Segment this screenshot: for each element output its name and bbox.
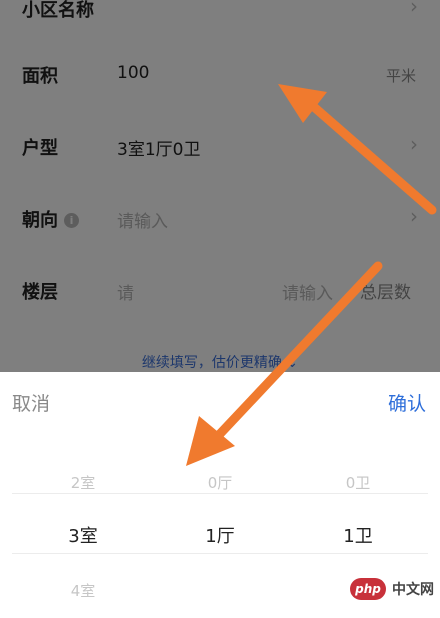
cancel-button[interactable]: 取消 bbox=[12, 389, 50, 416]
wheel-option[interactable]: 4室 bbox=[10, 564, 156, 618]
php-logo-icon: php bbox=[350, 578, 386, 600]
wheel-option-selected[interactable]: 1厅 bbox=[147, 510, 293, 564]
wheel-option-selected[interactable]: 3室 bbox=[10, 510, 156, 564]
wheel-option-selected[interactable]: 1卫 bbox=[285, 510, 431, 564]
modal-overlay[interactable] bbox=[0, 0, 440, 372]
wheel-option[interactable]: 2室 bbox=[10, 456, 156, 510]
watermark: php 中文网 bbox=[350, 578, 434, 600]
layout-picker-sheet: 取消 确认 2室 3室 4室 0厅 1厅 0卫 1卫 bbox=[0, 372, 440, 606]
baths-wheel[interactable]: 0卫 1卫 bbox=[285, 456, 431, 564]
wheel-option[interactable]: 0厅 bbox=[147, 456, 293, 510]
watermark-text: 中文网 bbox=[392, 582, 434, 598]
halls-wheel[interactable]: 0厅 1厅 bbox=[147, 456, 293, 564]
confirm-button[interactable]: 确认 bbox=[388, 389, 426, 416]
wheel-option[interactable]: 0卫 bbox=[285, 456, 431, 510]
rooms-wheel[interactable]: 2室 3室 4室 bbox=[10, 456, 156, 618]
